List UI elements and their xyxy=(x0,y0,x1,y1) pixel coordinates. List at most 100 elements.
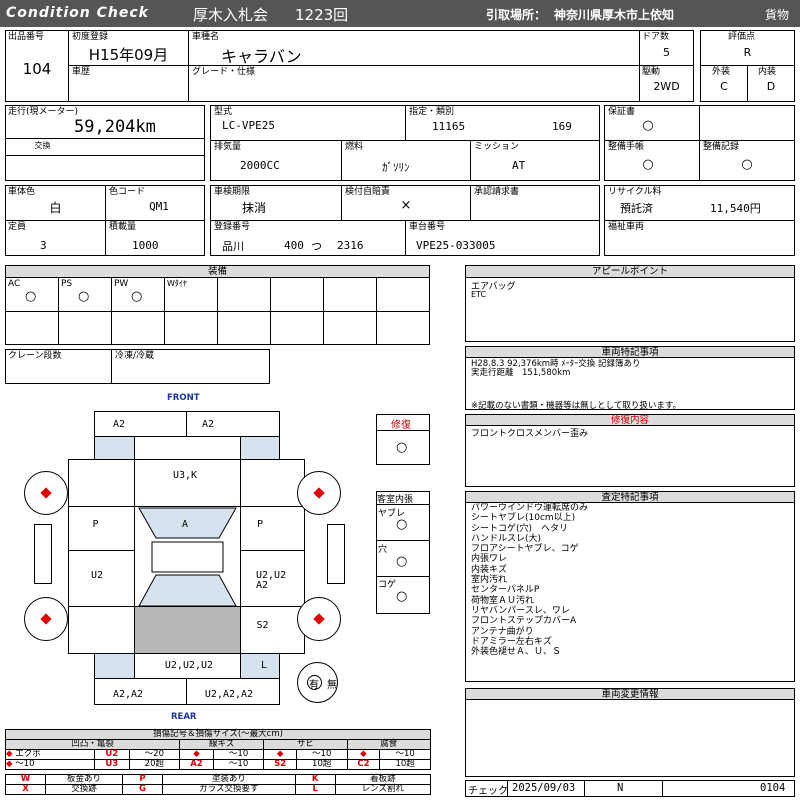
rear-bumper-right-damage: U2,A2,A2 xyxy=(204,689,254,700)
check-number: 0104 xyxy=(760,782,786,794)
roof-damage: A xyxy=(181,519,189,530)
chassis-number: VPE25-033005 xyxy=(416,239,496,252)
inspection-note-line: 荷物室ＡＵ汚れ xyxy=(471,595,535,606)
doors: 5 xyxy=(663,46,670,59)
cargo-area xyxy=(134,606,241,654)
legend-r2-2: 20超 xyxy=(128,759,181,770)
repair-mark: ○ xyxy=(396,440,408,455)
body-color: 白 xyxy=(49,201,62,215)
legend-r2-4: 〜10 xyxy=(212,759,265,770)
body-color-label: 車体色 xyxy=(8,187,36,197)
legend-group-corrosion: 腐食 xyxy=(346,739,432,750)
tire-front-right-icon xyxy=(297,471,341,515)
equipment-col-3 xyxy=(164,277,165,345)
category-number: 169 xyxy=(552,120,572,133)
color-code-label: 色コード xyxy=(109,187,146,197)
legend-r1-3: ◆ xyxy=(179,749,214,760)
lot-number-label: 出品番号 xyxy=(8,32,45,42)
drive-label: 駆動 xyxy=(642,67,661,77)
equipment-ac-label: AC xyxy=(8,279,21,289)
recycle-status: 預託済 xyxy=(620,202,653,215)
registration-class: 400 xyxy=(284,239,304,252)
legend-r2-6: 10超 xyxy=(295,759,348,770)
check-date: 2025/09/03 xyxy=(512,782,576,794)
first-registration: H15年09月 xyxy=(88,46,169,64)
approval-label: 承認請求書 xyxy=(474,187,520,197)
repair-title: 修復 xyxy=(391,420,411,431)
displacement-label: 排気量 xyxy=(214,142,242,152)
manual: ○ xyxy=(642,157,654,172)
score-label: 評価点 xyxy=(728,32,756,42)
equipment-pw-mark: ○ xyxy=(131,289,143,304)
warranty-label: 保証書 xyxy=(608,107,636,117)
legend-code-w: W xyxy=(5,774,46,785)
score: R xyxy=(743,46,752,59)
spare-tire-yes: 有 xyxy=(309,680,319,691)
lot-number: 104 xyxy=(22,60,52,78)
legend-code-w-desc: 板金あり xyxy=(45,774,123,785)
recycle-fee: 11,540円 xyxy=(710,202,761,215)
inspection-note-line: リヤバンパースレ、ワレ xyxy=(471,605,570,616)
legend-code-p-desc: 塗装あり xyxy=(161,774,296,785)
inspection-note-line: 外装色褪せＡ、Ｕ、Ｓ xyxy=(471,647,562,658)
legend-code-g-desc: ガラス交換要す xyxy=(161,784,296,795)
chassis-label: 車台番号 xyxy=(409,222,446,232)
right-front-door-damage: P xyxy=(256,519,264,530)
service-record: ○ xyxy=(741,157,753,172)
recycle-label: リサイクル料 xyxy=(608,187,662,197)
equipment-wtire-label: Wﾀｲﾔ xyxy=(167,279,187,288)
inspection-notes-list: パワーウインドウ運転席のみ シートヤブレ(10cm以上) シートコゲ(穴) ヘタリハ… xyxy=(471,503,588,657)
registration-area: 品川 xyxy=(222,240,244,253)
vehicle-notes-disclaimer: ※記載のない書類・機器等は無しとして取り扱います。 xyxy=(471,401,682,411)
exterior-label: 外装 xyxy=(712,67,731,77)
color-code: QM1 xyxy=(149,200,169,213)
type-label: 型式 xyxy=(214,107,233,117)
legend-r1-5: ◆ xyxy=(263,749,297,760)
cabin-tear-mark: ○ xyxy=(396,517,408,532)
cabin-divider-1 xyxy=(376,504,430,505)
rear-gate-damage: U2,U2,U2 xyxy=(164,660,214,671)
model-name-label: 車種名 xyxy=(192,32,220,42)
legend-r1-6: 〜10 xyxy=(295,749,348,760)
vehicle-notes-line-2: 実走行距離 151,580km xyxy=(471,368,571,378)
mileage-divider-2 xyxy=(5,155,205,156)
inspection: 抹消 xyxy=(242,201,267,215)
inspection-note-line: ハンドルスレ(大) xyxy=(471,533,542,544)
appeal-line-2: ETC xyxy=(471,290,487,299)
self-inspect-label: 検付自賠責 xyxy=(345,187,391,197)
legend-code-x-desc: 交換跡 xyxy=(45,784,123,795)
designation: 11165 xyxy=(432,120,466,133)
cabin-divider-2 xyxy=(376,540,430,541)
interior-grade: D xyxy=(766,80,776,93)
change-info-body xyxy=(465,699,795,777)
history-label: 車歴 xyxy=(72,67,91,77)
equipment-col-5 xyxy=(270,277,271,345)
inspection-note-line: フロアシートヤブレ、コゲ xyxy=(471,544,579,555)
fuel-label: 燃料 xyxy=(345,142,364,152)
legend-r1-4: 〜10 xyxy=(212,749,265,760)
legend-r2-0: ◆ 〜10 xyxy=(4,759,96,770)
brand-logo: Condition Check xyxy=(6,5,149,21)
inspection-note-line: シートコゲ(穴) ヘタリ xyxy=(471,523,569,534)
grade-cell xyxy=(188,65,640,102)
legend-r2-8: 10超 xyxy=(379,759,431,770)
right-side-window xyxy=(327,524,345,584)
legend-code-l-desc: レンズ割れ xyxy=(334,784,432,795)
right-fender xyxy=(240,459,305,507)
auction-session: 1223回 xyxy=(295,6,349,24)
load-capacity: 1000 xyxy=(132,239,159,252)
exterior-grade: C xyxy=(720,80,728,93)
legend-table: 凹凸・亀裂 線キズ サビ 腐食 ◆ エクボ U2 〜20 ◆ 〜10 ◆ 〜10… xyxy=(4,739,432,770)
legend-r1-8: 〜10 xyxy=(379,749,431,760)
inspection-note-line: パワーウインドウ運転席のみ xyxy=(471,503,589,513)
equipment-pw-label: PW xyxy=(114,279,129,289)
inspection-note-line: 室内汚れ xyxy=(471,575,508,586)
vehicle-category: 貨物 xyxy=(765,8,790,22)
legend-r1-1: U2 xyxy=(94,749,130,760)
designation-label: 指定・類別 xyxy=(409,107,455,117)
registration-number: 2316 xyxy=(337,239,364,252)
drive: 2WD xyxy=(653,80,680,93)
mission: AT xyxy=(512,159,526,172)
left-side-window xyxy=(34,524,52,584)
registration-kana: つ xyxy=(311,240,322,253)
